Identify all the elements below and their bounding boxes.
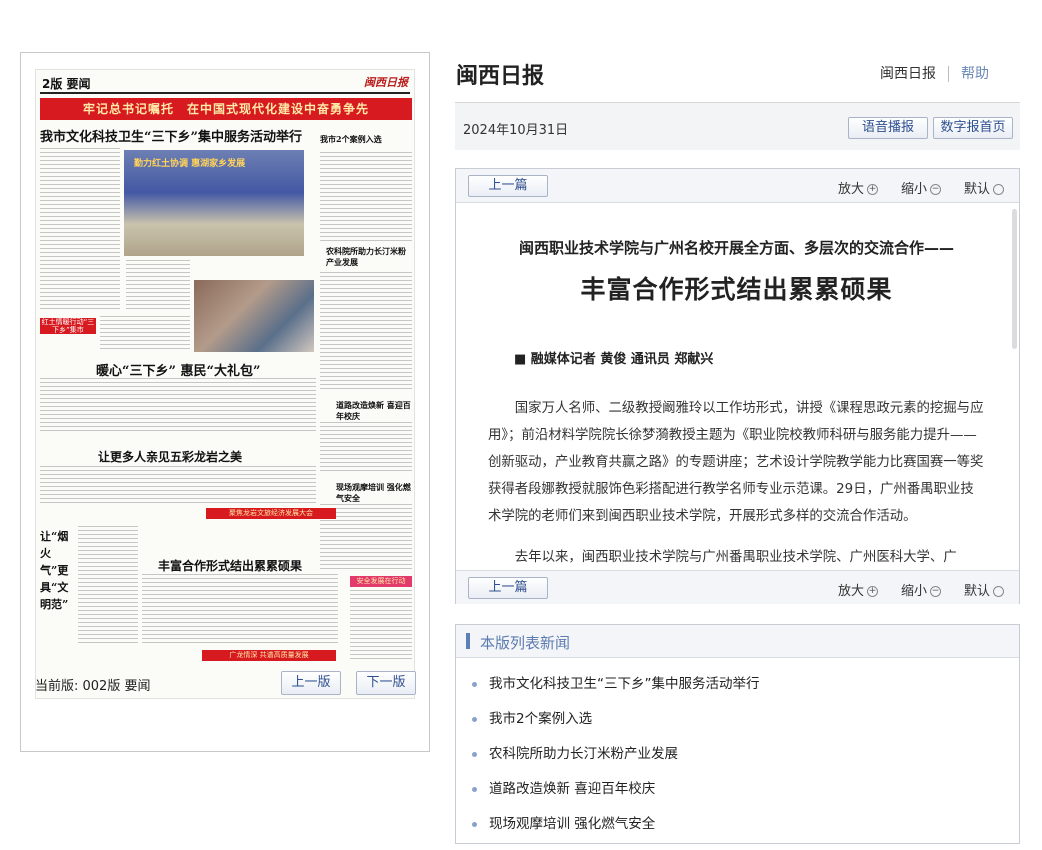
paper-header: 2版 要闻 闽西日报 bbox=[40, 74, 410, 94]
paper-text-block bbox=[78, 526, 138, 646]
article-toolbar-top: 上一篇 放大 + 缩小 − 默认 bbox=[456, 169, 1019, 203]
page-preview-panel: 2版 要闻 闽西日报 牢记总书记嘱托 在中国式现代化建设中奋勇争先 我市文化科技… bbox=[20, 52, 430, 752]
news-list-item-label: 我市文化科技卫生“三下乡”集中服务活动举行 bbox=[489, 676, 760, 692]
date-bar: 2024年10月31日 语音播报 数字报首页 bbox=[455, 103, 1020, 150]
zoom-default-button[interactable]: 默认 bbox=[964, 178, 1005, 197]
zoom-in-button-bottom[interactable]: 放大 + bbox=[838, 580, 879, 599]
circle-icon bbox=[993, 586, 1005, 597]
article-panel: 上一篇 放大 + 缩小 − 默认 闽西职业技术学院与广州名校开展全方面、多层次的交流… bbox=[455, 168, 1020, 604]
minus-circle-icon: − bbox=[930, 586, 942, 597]
article-paragraph: 国家万人名师、二级教授阚雅玲以工作坊形式，讲授《课程思政元素的挖掘与应用》；前沿… bbox=[488, 401, 984, 524]
paper-page-number: 2版 要闻 bbox=[42, 75, 91, 92]
issue-date: 2024年10月31日 bbox=[463, 123, 569, 138]
zoom-default-button-bottom[interactable]: 默认 bbox=[964, 580, 1005, 599]
zoom-in-button[interactable]: 放大 + bbox=[838, 178, 879, 197]
news-list-item[interactable]: 我市文化科技卫生“三下乡”集中服务活动举行 bbox=[472, 672, 760, 692]
news-list-item[interactable]: 我市2个案例入选 bbox=[472, 707, 592, 727]
article-title: 丰富合作形式结出累累硕果 bbox=[580, 275, 893, 304]
paper-text-block bbox=[100, 316, 190, 352]
paper-text-block bbox=[320, 422, 412, 472]
bullet-icon bbox=[472, 821, 477, 827]
zoom-out-button-bottom[interactable]: 缩小 − bbox=[901, 580, 942, 599]
nav-divider bbox=[948, 66, 949, 82]
paper-text-block bbox=[320, 272, 412, 392]
current-page-label: 当前版: 002版 要闻 bbox=[35, 679, 151, 694]
paper-text-block bbox=[320, 152, 412, 242]
article-content[interactable]: 闽西职业技术学院与广州名校开展全方面、多层次的交流合作—— 丰富合作形式结出累累… bbox=[456, 203, 1019, 570]
paper-side-headline-4[interactable]: 现场观摩培训 强化燃气安全 bbox=[336, 482, 412, 504]
zoom-default-label: 默认 bbox=[964, 182, 991, 197]
page-navigation: 当前版: 002版 要闻 上一版 下一版 bbox=[35, 671, 417, 695]
site-title: 闽西日报 bbox=[456, 64, 545, 89]
news-list-header: 本版列表新闻 bbox=[456, 625, 1019, 658]
paper-side-headline-1[interactable]: 我市2个案例入选 bbox=[320, 134, 412, 145]
paper-text-block bbox=[126, 260, 190, 310]
zoom-out-button[interactable]: 缩小 − bbox=[901, 178, 942, 197]
news-list-item-label: 现场观摩培训 强化燃气安全 bbox=[489, 816, 656, 832]
paper-photo-service[interactable] bbox=[194, 280, 314, 352]
nav-help-link[interactable]: 帮助 bbox=[961, 66, 989, 82]
paper-banner: 牢记总书记嘱托 在中国式现代化建设中奋勇争先 bbox=[40, 98, 412, 120]
news-list-item-label: 道路改造焕新 喜迎百年校庆 bbox=[489, 781, 656, 797]
paper-side-headline-3[interactable]: 道路改造焕新 喜迎百年校庆 bbox=[336, 400, 412, 422]
article-subtitle: 闽西职业技术学院与广州名校开展全方面、多层次的交流合作—— bbox=[518, 239, 954, 257]
bullet-icon bbox=[472, 681, 477, 687]
paper-photo-title: 勤力红土协调 惠湖家乡发展 bbox=[134, 159, 246, 169]
news-list-item[interactable]: 农科院所助力长汀米粉产业发展 bbox=[472, 742, 678, 762]
zoom-in-label: 放大 bbox=[838, 182, 865, 197]
prev-article-button[interactable]: 上一篇 bbox=[468, 175, 548, 197]
paper-text-block bbox=[142, 574, 338, 646]
circle-icon bbox=[993, 184, 1005, 195]
paper-text-block bbox=[350, 590, 412, 660]
paper-headline-3[interactable]: 让更多人亲见五彩龙岩之美 bbox=[98, 448, 242, 465]
article-paragraph: 去年以来，闽西职业技术学院与广州番禺职业技术学院、广州医科大学、广 bbox=[514, 550, 957, 565]
voice-broadcast-button[interactable]: 语音播报 bbox=[848, 117, 928, 139]
bullet-icon bbox=[472, 751, 477, 757]
page-section: 要闻 bbox=[66, 77, 91, 91]
newspaper-page-image[interactable]: 2版 要闻 闽西日报 牢记总书记嘱托 在中国式现代化建设中奋勇争先 我市文化科技… bbox=[35, 69, 415, 699]
paper-photo-performance[interactable]: 勤力红土协调 惠湖家乡发展 bbox=[124, 150, 304, 256]
page-no: 2版 bbox=[42, 77, 63, 91]
paper-headline-2[interactable]: 暖心“三下乡” 惠民“大礼包” bbox=[96, 360, 260, 379]
section-marker bbox=[466, 633, 470, 649]
news-list-item-label: 农科院所助力长汀米粉产业发展 bbox=[489, 746, 678, 762]
zoom-default-label: 默认 bbox=[964, 584, 991, 599]
paper-red-bar: 聚焦龙岩文旅经济发展大会 bbox=[206, 508, 336, 519]
digital-home-button[interactable]: 数字报首页 bbox=[933, 117, 1013, 139]
paper-red-bar: 安全发展在行动 bbox=[350, 576, 412, 587]
zoom-out-label: 缩小 bbox=[901, 182, 928, 197]
paper-text-block bbox=[40, 148, 120, 310]
paper-red-bar: 广龙情深 共谱高质量发展 bbox=[202, 650, 336, 661]
prev-page-button[interactable]: 上一版 bbox=[281, 671, 341, 695]
minus-circle-icon: − bbox=[930, 184, 942, 195]
zoom-in-label: 放大 bbox=[838, 584, 865, 599]
bullet-icon bbox=[472, 786, 477, 792]
article-scrollbar[interactable] bbox=[1012, 209, 1017, 349]
prev-article-button-bottom[interactable]: 上一篇 bbox=[468, 577, 548, 599]
zoom-out-label: 缩小 bbox=[901, 584, 928, 599]
news-list-title: 本版列表新闻 bbox=[480, 634, 571, 652]
paper-headline-1[interactable]: 我市文化科技卫生“三下乡”集中服务活动举行 bbox=[40, 126, 302, 145]
news-list-panel: 本版列表新闻 我市文化科技卫生“三下乡”集中服务活动举行 我市2个案例入选 农科… bbox=[455, 624, 1020, 844]
paper-side-headline-2[interactable]: 农科院所助力长汀米粉产业发展 bbox=[326, 246, 412, 268]
paper-pillar-title[interactable]: 让“烟火气”更具“文明范” bbox=[40, 528, 74, 648]
paper-masthead: 闽西日报 bbox=[364, 76, 408, 89]
paper-headline-4[interactable]: 丰富合作形式结出累累硕果 bbox=[158, 557, 302, 574]
plus-circle-icon: + bbox=[867, 184, 879, 195]
article-toolbar-bottom: 上一篇 放大 + 缩小 − 默认 bbox=[456, 570, 1019, 604]
paper-text-block bbox=[40, 378, 316, 434]
top-nav: 闽西日报 帮助 bbox=[880, 63, 989, 83]
plus-circle-icon: + bbox=[867, 586, 879, 597]
nav-home-link[interactable]: 闽西日报 bbox=[880, 66, 936, 82]
next-page-button[interactable]: 下一版 bbox=[356, 671, 416, 695]
paper-text-block bbox=[40, 466, 316, 506]
news-list-item[interactable]: 道路改造焕新 喜迎百年校庆 bbox=[472, 777, 655, 797]
article-byline: ■ 融媒体记者 黄俊 通讯员 郑献兴 bbox=[514, 352, 714, 367]
paper-red-tag: 红土情暖行动“三下乡”集市 bbox=[40, 318, 96, 334]
bullet-icon bbox=[472, 716, 477, 722]
news-list-item-label: 我市2个案例入选 bbox=[489, 711, 593, 727]
news-list-item[interactable]: 现场观摩培训 强化燃气安全 bbox=[472, 812, 655, 832]
